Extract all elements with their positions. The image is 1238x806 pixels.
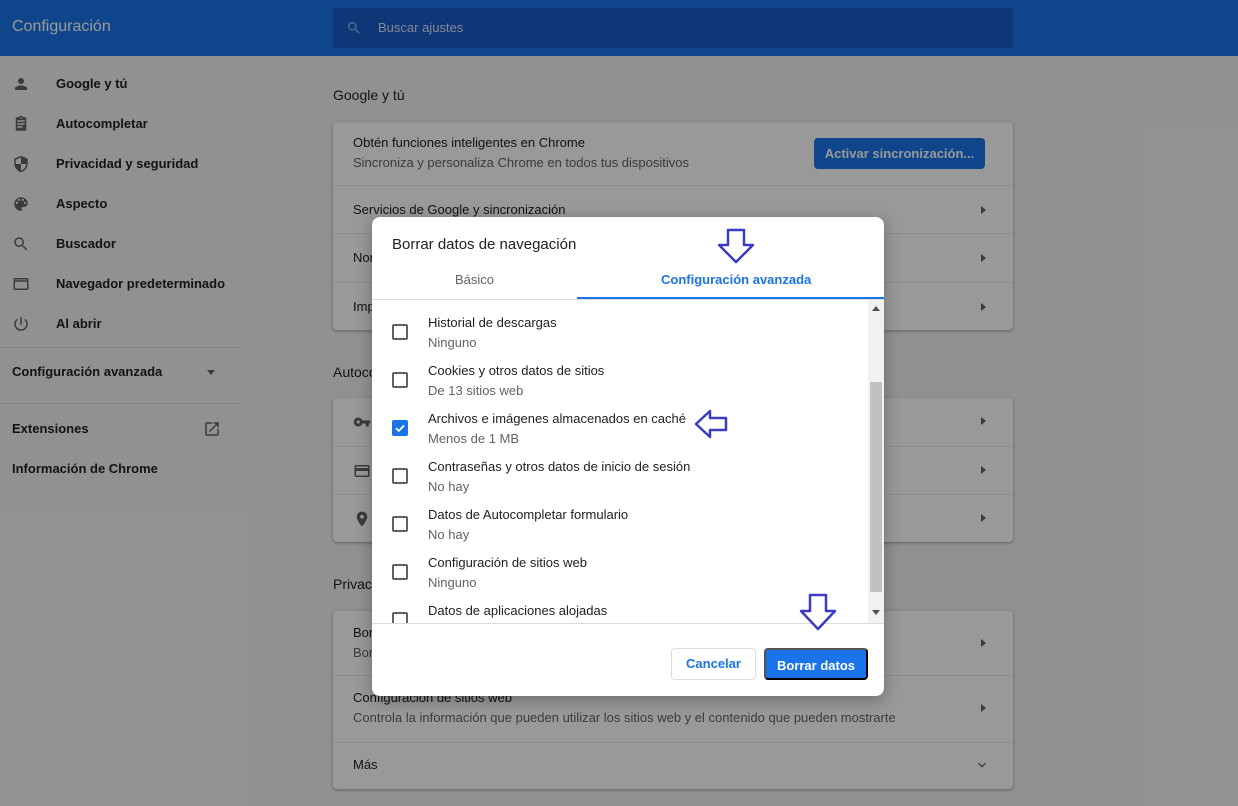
option-label: Contraseñas y otros datos de inicio de s… [428, 459, 691, 474]
list-item[interactable]: Configuración de sitios web Ninguno [372, 540, 868, 590]
dialog-title: Borrar datos de navegación [392, 236, 577, 253]
list-item[interactable]: Datos de Autocompletar formulario No hay [372, 492, 868, 542]
checkbox-autofill-data[interactable] [392, 516, 408, 532]
scrollbar-thumb[interactable] [870, 382, 882, 592]
option-label: Datos de Autocompletar formulario [428, 507, 629, 522]
checkbox-hosted-app-data[interactable] [392, 612, 408, 623]
scroll-up-arrow-icon[interactable] [872, 306, 880, 311]
option-label: Cookies y otros datos de sitios [428, 363, 605, 378]
annotation-arrow-down-icon [717, 228, 755, 264]
tab-basic[interactable]: Básico [455, 272, 494, 287]
clear-data-button[interactable]: Borrar datos [764, 648, 868, 680]
cancel-button[interactable]: Cancelar [671, 648, 756, 680]
checkmark-icon [395, 424, 405, 433]
checkbox-cached-images[interactable] [392, 420, 408, 436]
list-item[interactable]: Datos de aplicaciones alojadas [372, 588, 868, 623]
option-label: Historial de descargas [428, 315, 557, 330]
checkbox-site-settings[interactable] [392, 564, 408, 580]
option-label: Datos de aplicaciones alojadas [428, 603, 608, 618]
tab-advanced[interactable]: Configuración avanzada [661, 272, 811, 287]
annotation-arrow-down-icon [799, 593, 837, 631]
list-item[interactable]: Cookies y otros datos de sitios De 13 si… [372, 348, 868, 398]
option-label: Archivos e imágenes almacenados en caché [428, 411, 686, 426]
checkbox-download-history[interactable] [392, 324, 408, 340]
list-item[interactable]: Historial de descargas Ninguno [372, 300, 868, 350]
option-label: Configuración de sitios web [428, 555, 587, 570]
list-item[interactable]: Archivos e imágenes almacenados en caché… [372, 396, 868, 446]
scroll-down-arrow-icon[interactable] [872, 610, 880, 615]
options-list: Historial de descargas Ninguno Cookies y… [372, 300, 868, 623]
annotation-arrow-left-icon [694, 409, 728, 439]
scrollbar[interactable] [868, 300, 884, 623]
checkbox-cookies[interactable] [392, 372, 408, 388]
checkbox-passwords[interactable] [392, 468, 408, 484]
list-item[interactable]: Contraseñas y otros datos de inicio de s… [372, 444, 868, 494]
